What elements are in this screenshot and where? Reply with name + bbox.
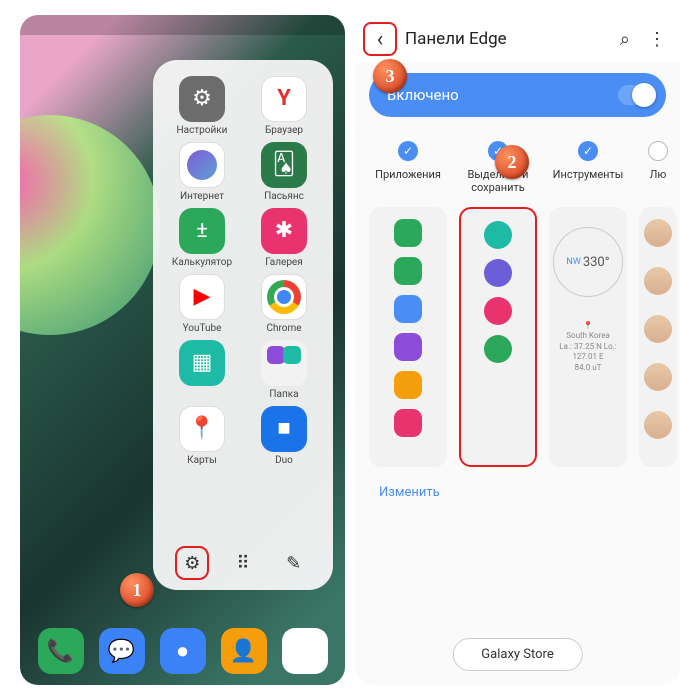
status-bar [20,15,345,35]
app-icon: ± [179,208,225,254]
app-icon: ▶ [179,274,225,320]
app-label: Карты [187,455,217,466]
panel-0[interactable]: ✓ Приложения [369,141,447,467]
app-YouTube[interactable]: ▶ YouTube [163,274,241,334]
back-button[interactable]: ‹ [363,22,397,56]
app-Карты[interactable]: 📍 Карты [163,406,241,466]
check-icon[interactable]: ✓ [578,141,598,161]
panel-label: Инструменты [549,169,627,197]
app-label: Настройки [177,125,228,136]
edit-link[interactable]: Изменить [355,467,680,500]
app-icon [261,340,307,386]
edit-button[interactable]: ✎ [277,546,311,580]
app-label: Браузер [265,125,303,136]
dock-app-icon[interactable]: ● [160,628,206,674]
panel-2[interactable]: ✓ Инструменты NW330°📍South KoreaLa.: 37.25… [549,141,627,467]
app-label: Папка [269,389,298,400]
panel-preview [369,207,447,467]
panel-footer: ⚙ ⠿ ✎ [153,546,333,580]
app-Пасьянс[interactable]: 🂡 Пасьянс [245,142,323,202]
app-icon: Y [261,76,307,122]
app-label: Пасьянс [264,191,304,202]
panel-label: Приложения [369,169,447,197]
step-badge-1: 1 [120,573,154,607]
check-icon[interactable] [648,141,668,161]
app-icon: ▦ [179,340,225,386]
app-icon: ⚙ [179,76,225,122]
app-icon [179,142,225,188]
header: ‹ Панели Edge ⌕ ⋮ [355,15,680,63]
panel-preview [459,207,537,467]
search-icon[interactable]: ⌕ [620,29,630,50]
dock-contacts-icon[interactable]: 👤 [221,628,267,674]
app-Настройки[interactable]: ⚙ Настройки [163,76,241,136]
app-[interactable]: ▦ [163,340,241,400]
app-icon: 🂡 [261,142,307,188]
panel-label: Выделить и сохранить [459,169,537,197]
settings-button[interactable]: ⚙ [175,546,209,580]
app-icon: ✱ [261,208,307,254]
panel-label: Лю [639,169,677,197]
toggle-switch[interactable] [618,85,656,105]
app-label: Chrome [266,323,301,334]
app-Chrome[interactable]: Chrome [245,274,323,334]
phone-edge-panel: ⚙ Настройки Y Браузер Интернет 🂡 Пасьянс ± Кальк… [20,15,345,685]
check-icon[interactable]: ✓ [398,141,418,161]
phone-settings: ‹ Панели Edge ⌕ ⋮ Включено ✓Приложения✓В… [355,15,680,685]
app-Браузер[interactable]: Y Браузер [245,76,323,136]
app-Галерея[interactable]: ✱ Галерея [245,208,323,268]
panel-preview [639,207,677,467]
more-icon[interactable]: ⋮ [648,29,666,50]
app-icon: 📍 [179,406,225,452]
dock-app2-icon[interactable]: ⊞ [282,628,328,674]
panel-preview: NW330°📍South KoreaLa.: 37.25 N Lo.: 127.… [549,207,627,467]
grid-button[interactable]: ⠿ [226,546,260,580]
step-badge-3: 3 [373,59,407,93]
app-label: Калькулятор [172,257,232,268]
wallpaper [20,115,160,335]
panel-3[interactable]: Лю [639,141,677,467]
app-label: Интернет [180,191,224,202]
app-icon: ■ [261,406,307,452]
step-badge-2: 2 [495,145,529,179]
dock-phone-icon[interactable]: 📞 [38,628,84,674]
app-label: YouTube [183,323,222,334]
enable-toggle-bar[interactable]: Включено [369,73,666,117]
app-label: Duo [275,455,293,466]
dock-messages-icon[interactable]: 💬 [99,628,145,674]
app-Папка[interactable]: Папка [245,340,323,400]
app-Интернет[interactable]: Интернет [163,142,241,202]
app-icon [261,274,307,320]
panel-1[interactable]: ✓Выделить и сохранить [459,141,537,467]
page-title: Панели Edge [405,29,620,49]
app-Калькулятор[interactable]: ± Калькулятор [163,208,241,268]
app-Duo[interactable]: ■ Duo [245,406,323,466]
app-label: Галерея [265,257,302,268]
dock: 📞 💬 ● 👤 ⊞ [20,628,345,677]
edge-panel: ⚙ Настройки Y Браузер Интернет 🂡 Пасьянс ± Кальк… [153,60,333,590]
galaxy-store-button[interactable]: Galaxy Store [452,638,582,671]
